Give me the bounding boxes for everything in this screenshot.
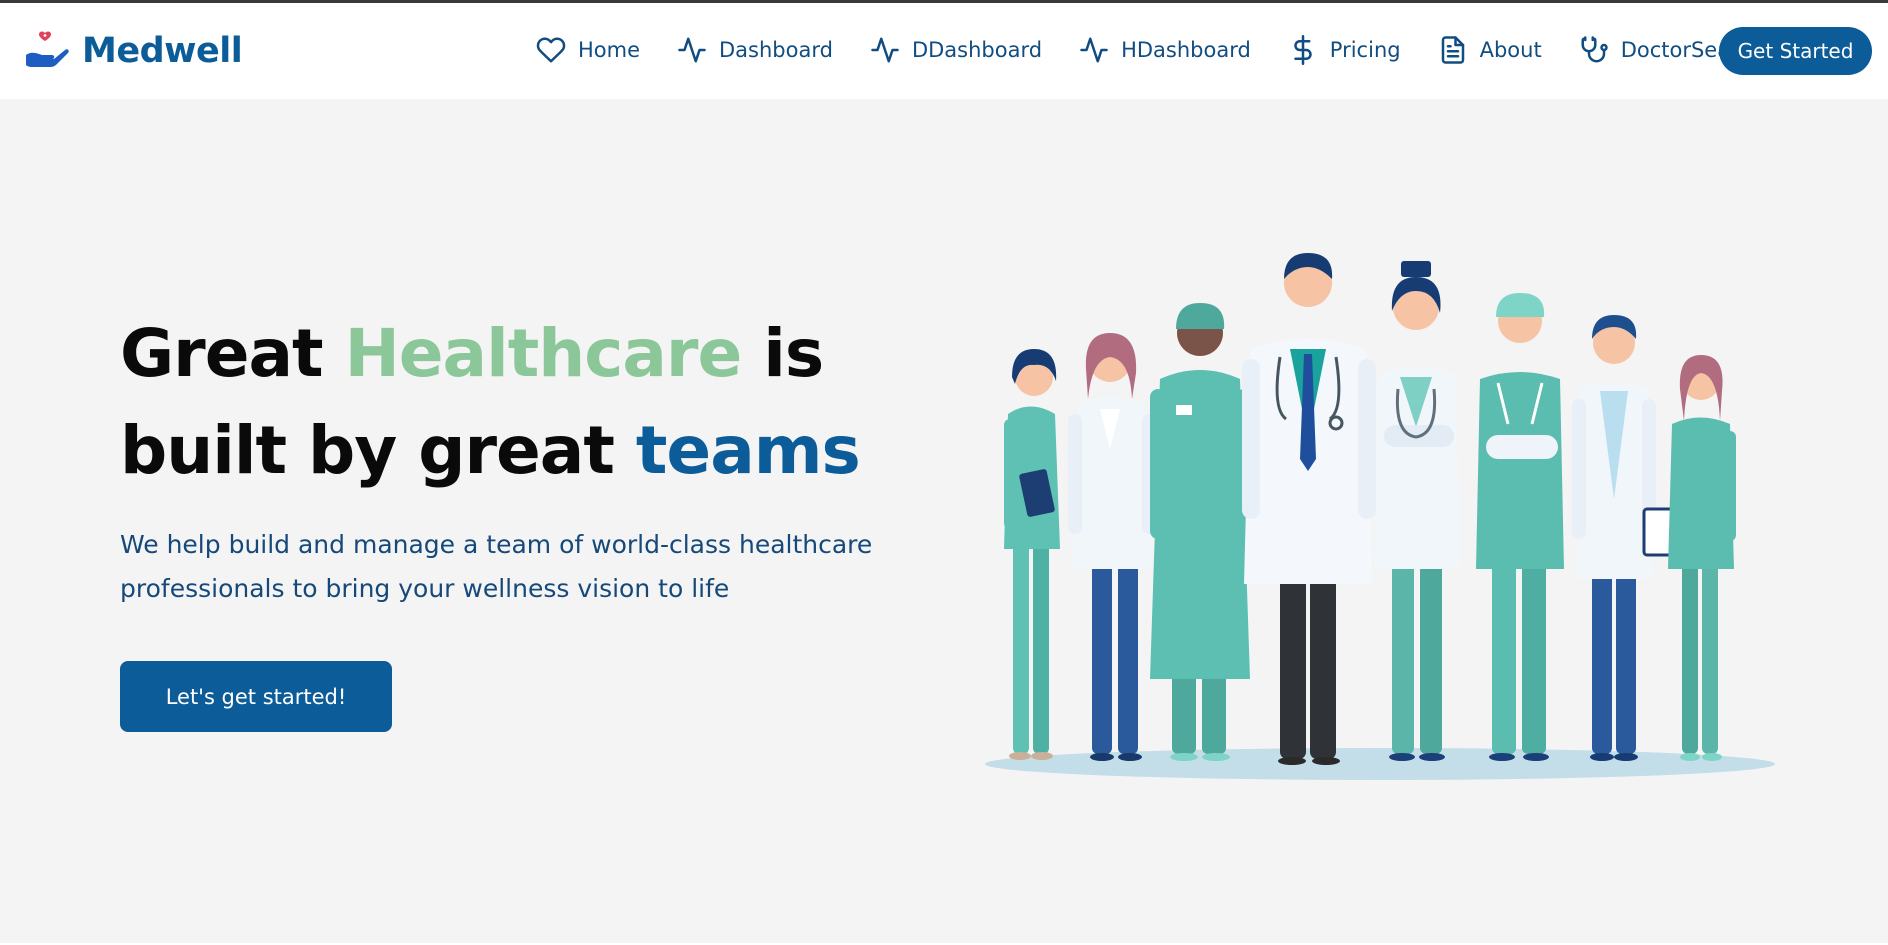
brand-link[interactable]: Medwell	[24, 29, 243, 73]
hero-title-highlight-blue: teams	[635, 412, 861, 489]
nav-item-label: About	[1479, 38, 1542, 62]
activity-icon	[870, 35, 900, 65]
lets-get-started-button[interactable]: Let's get started!	[120, 661, 392, 732]
nav-item-label: Dashboard	[719, 38, 833, 62]
hero-title-highlight-green: Healthcare	[344, 315, 743, 392]
document-icon	[1438, 35, 1468, 65]
nav-item-ddashboard[interactable]: DDashboard	[870, 35, 1042, 65]
dollar-icon	[1288, 35, 1318, 65]
heart-in-hand-icon	[24, 29, 70, 73]
brand-name: Medwell	[82, 31, 243, 71]
nav-item-home[interactable]: Home	[536, 35, 640, 65]
activity-icon	[677, 35, 707, 65]
nav-item-dashboard[interactable]: Dashboard	[677, 35, 833, 65]
nav-item-label: Home	[578, 38, 641, 62]
nav-item-label: HDashboard	[1121, 38, 1251, 62]
nav-item-about[interactable]: About	[1438, 35, 1542, 65]
nav-item-pricing[interactable]: Pricing	[1288, 35, 1401, 65]
hero-title-part: Great	[120, 315, 345, 392]
medical-team-illustration	[980, 249, 1780, 789]
navbar: Medwell Home Dashboard DDashboard HDashb…	[0, 3, 1888, 99]
hero-title: Great Healthcare is built by great teams	[120, 305, 900, 499]
hero-section: Great Healthcare is built by great teams…	[0, 99, 1888, 943]
activity-icon	[1079, 35, 1109, 65]
nav-links: Home Dashboard DDashboard HDashboard Pri…	[536, 35, 1800, 65]
hero-subtitle: We help build and manage a team of world…	[120, 530, 873, 603]
heart-icon	[536, 35, 566, 65]
nav-item-hdashboard[interactable]: HDashboard	[1079, 35, 1251, 65]
stethoscope-icon	[1579, 35, 1609, 65]
nav-item-label: DDashboard	[911, 38, 1043, 62]
nav-item-label: Pricing	[1329, 38, 1401, 62]
get-started-button[interactable]: Get Started	[1719, 27, 1872, 75]
